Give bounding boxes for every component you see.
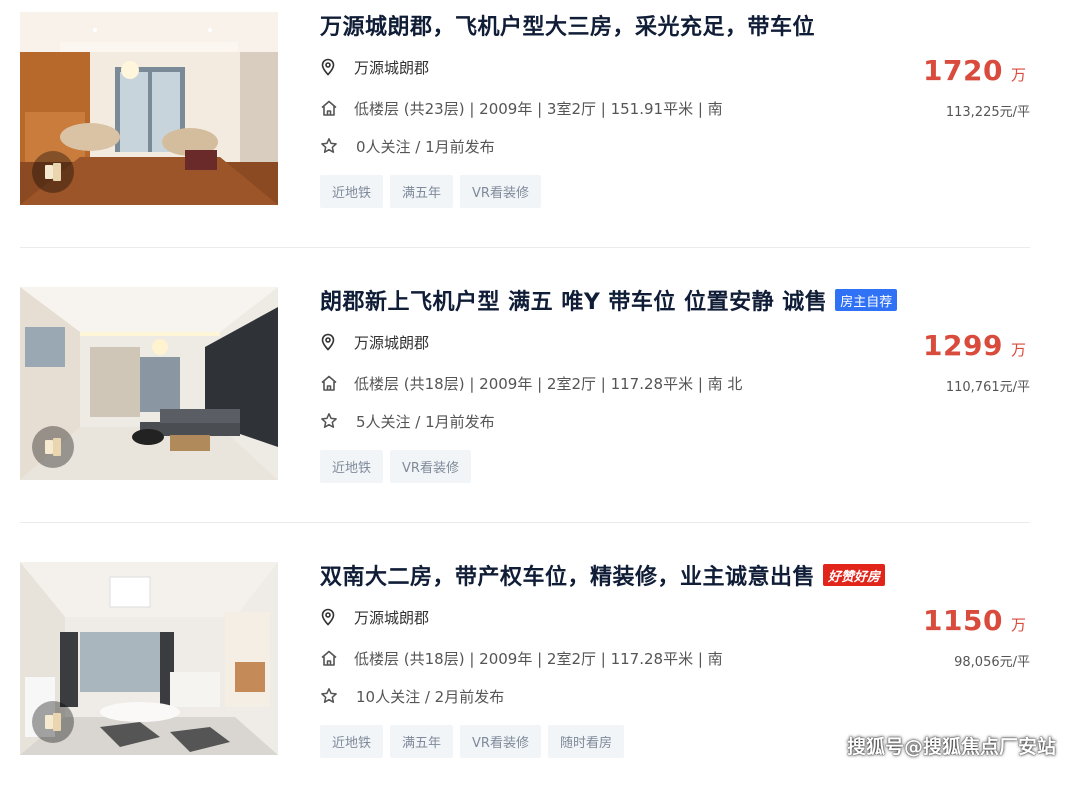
listing-title[interactable]: 朗郡新上飞机户型 满五 唯Y 带车位 位置安静 诚售 (320, 284, 827, 316)
unit-price: 98,056元/平 (954, 655, 1030, 670)
community-link[interactable]: 万源城朗郡 (354, 332, 429, 353)
price-value: 1299 (923, 329, 1003, 362)
price-value: 1720 (923, 54, 1003, 87)
owner-recommend-badge: 房主自荐 (835, 289, 898, 311)
feature-tag: 满五年 (390, 175, 454, 208)
house-icon (320, 374, 338, 392)
divider (20, 522, 1030, 523)
listing-card[interactable]: 万源城朗郡，飞机户型大三房，采光充足，带车位 万源城朗郡 低楼层 (共23层) … (0, 10, 1080, 240)
house-info: 低楼层 (共23层) | 2009年 | 3室2厅 | 151.91平米 | 南 (354, 99, 723, 118)
house-info: 低楼层 (共18层) | 2009年 | 2室2厅 | 117.28平米 | 南 (354, 649, 723, 668)
follow-info: 5人关注 / 1月前发布 (356, 412, 495, 431)
vr-icon[interactable] (32, 701, 74, 743)
listing-title[interactable]: 万源城朗郡，飞机户型大三房，采光充足，带车位 (320, 9, 815, 41)
listing-title[interactable]: 双南大二房，带产权车位，精装修，业主诚意出售 (320, 559, 815, 591)
price-unit: 万 (1010, 341, 1026, 359)
feature-tag: VR看装修 (390, 450, 471, 483)
unit-price: 113,225元/平 (945, 105, 1030, 120)
vr-icon[interactable] (32, 426, 74, 468)
house-icon (320, 99, 338, 117)
feature-tag: 近地铁 (320, 725, 384, 758)
listing-card[interactable]: 朗郡新上飞机户型 满五 唯Y 带车位 位置安静 诚售 房主自荐 万源城朗郡 低楼… (0, 285, 1080, 515)
star-icon (320, 137, 338, 155)
price-value: 1150 (923, 604, 1003, 637)
unit-price: 110,761元/平 (945, 380, 1030, 395)
star-icon (320, 412, 338, 430)
price-unit: 万 (1010, 616, 1026, 634)
divider (20, 247, 1030, 248)
house-icon (320, 649, 338, 667)
feature-tag: VR看装修 (460, 175, 541, 208)
listing-photo[interactable] (20, 562, 278, 755)
total-price: 1299 万 (923, 329, 1026, 362)
feature-tag: 随时看房 (547, 725, 624, 758)
listing-photo[interactable] (20, 287, 278, 480)
total-price: 1720 万 (923, 54, 1026, 87)
community-link[interactable]: 万源城朗郡 (354, 607, 429, 628)
feature-tag: 近地铁 (320, 175, 384, 208)
vr-icon[interactable] (32, 151, 74, 193)
listing-photo[interactable] (20, 12, 278, 205)
feature-tag: VR看装修 (460, 725, 541, 758)
total-price: 1150 万 (923, 604, 1026, 637)
price-unit: 万 (1010, 66, 1026, 84)
follow-info: 10人关注 / 2月前发布 (356, 687, 505, 706)
location-pin-icon (320, 333, 338, 351)
community-link[interactable]: 万源城朗郡 (354, 57, 429, 78)
good-house-badge: 好赞好房 (823, 564, 886, 586)
feature-tag: 近地铁 (320, 450, 384, 483)
location-pin-icon (320, 58, 338, 76)
star-icon (320, 687, 338, 705)
location-pin-icon (320, 608, 338, 626)
watermark: 搜狐号@搜狐焦点厂安站 (846, 736, 1056, 758)
feature-tag: 满五年 (390, 725, 454, 758)
house-info: 低楼层 (共18层) | 2009年 | 2室2厅 | 117.28平米 | 南… (354, 374, 743, 393)
follow-info: 0人关注 / 1月前发布 (356, 137, 495, 156)
